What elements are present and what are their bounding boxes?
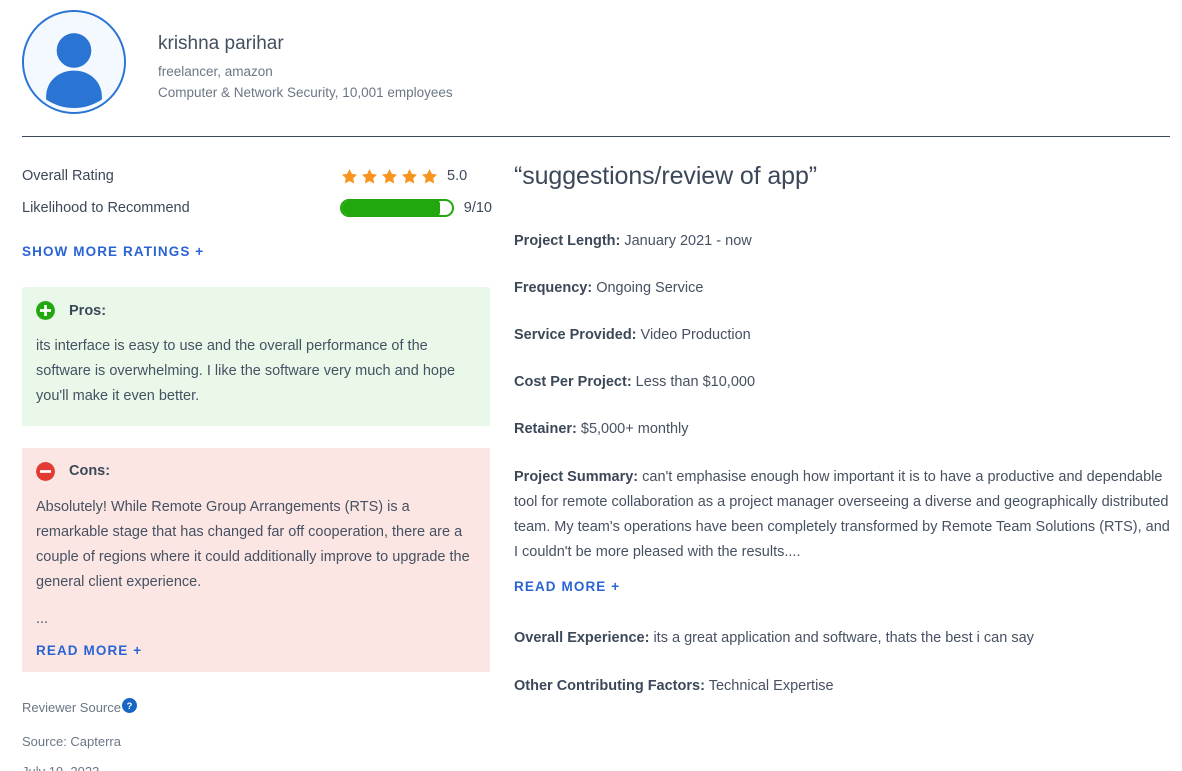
likelihood-value: 9/10 [463,200,492,216]
detail-label: Project Summary: [514,468,639,485]
header-divider [22,136,1170,137]
star-icon [421,168,438,183]
reviewer-header: krishna parihar freelancer, amazon Compu… [22,10,453,114]
show-more-ratings-link[interactable]: SHOW MORE RATINGS + [22,244,204,259]
reviewer-source-label: Reviewer Source [22,700,121,716]
detail-label: Service Provided: [514,326,637,343]
detail-value: Ongoing Service [592,279,704,296]
star-icon [381,168,398,183]
detail-cost-per-project: Cost Per Project: Less than $10,000 [514,370,1174,395]
reviewer-name: krishna parihar [158,33,284,54]
detail-overall-experience: Overall Experience: its a great applicat… [514,626,1174,651]
star-icon [361,168,378,183]
star-rating [340,167,439,186]
likelihood-progress-fill [341,201,440,215]
cons-truncation-ellipsis: ... [36,610,49,627]
reviewer-industry-size: Computer & Network Security, 10,001 empl… [158,84,453,100]
reviewer-role-company: freelancer, amazon [158,63,273,79]
detail-service-provided: Service Provided: Video Production [514,323,1174,348]
overall-rating-row: Overall Rating 5.0 [22,160,492,192]
cons-text: Absolutely! While Remote Group Arrangeme… [36,498,470,591]
likelihood-label: Likelihood to Recommend [22,200,190,216]
cons-heading-row: Cons: [36,461,472,481]
detail-value: Video Production [636,326,751,343]
detail-value: Technical Expertise [704,677,834,694]
detail-value: its a great application and software, th… [649,630,1034,647]
detail-value: $5,000+ monthly [576,421,689,438]
pros-text: its interface is easy to use and the ove… [36,338,456,405]
source-block: Reviewer Source ? Source: Capterra July … [22,697,492,771]
review-title: “suggestions/review of app” [514,162,818,190]
detail-label: Project Length: [514,232,621,249]
detail-project-summary: Project Summary: can't emphasise enough … [514,465,1174,566]
reviewer-source-line: Reviewer Source ? [22,697,492,719]
detail-label: Overall Experience: [514,630,650,647]
user-avatar-icon [22,10,126,114]
summary-read-more-link[interactable]: READ MORE + [514,579,620,594]
svg-text:?: ? [127,701,133,711]
detail-value: Less than $10,000 [631,374,756,391]
likelihood-progress-bar [340,199,454,217]
detail-frequency: Frequency: Ongoing Service [514,276,1174,301]
cons-read-more-link[interactable]: READ MORE + [36,643,142,658]
detail-project-length: Project Length: January 2021 - now [514,229,1174,254]
overall-rating-label: Overall Rating [22,168,114,184]
detail-label: Frequency: [514,279,593,296]
review-date: July 19, 2023 [22,764,492,771]
plus-circle-icon [36,301,55,320]
pros-heading: Pros: [69,302,107,319]
minus-circle-icon [36,461,55,481]
cons-heading: Cons: [69,463,111,480]
review-page: krishna parihar freelancer, amazon Compu… [0,0,1182,771]
detail-other-contributing-factors: Other Contributing Factors: Technical Ex… [514,674,1174,699]
star-icon [341,168,358,183]
pros-box: Pros: its interface is easy to use and t… [22,287,490,426]
detail-label: Cost Per Project: [514,374,632,391]
reviewer-meta: krishna parihar freelancer, amazon Compu… [158,10,453,104]
source-label: Source: Capterra [22,733,121,749]
detail-label: Retainer: [514,421,577,438]
star-icon [401,168,418,183]
cons-box: Cons: Absolutely! While Remote Group Arr… [22,447,490,672]
question-mark-circle-icon[interactable]: ? [122,697,137,713]
right-column: “suggestions/review of app” Project Leng… [514,160,1174,699]
detail-retainer: Retainer: $5,000+ monthly [514,417,1174,442]
detail-value: January 2021 - now [620,232,752,249]
overall-rating-value: 5.0 [447,168,468,184]
detail-label: Other Contributing Factors: [514,677,705,694]
left-column: Overall Rating 5.0 Likelihood to Recomme… [22,160,492,771]
likelihood-rating-row: Likelihood to Recommend 9/10 [22,192,492,224]
pros-heading-row: Pros: [36,301,472,320]
